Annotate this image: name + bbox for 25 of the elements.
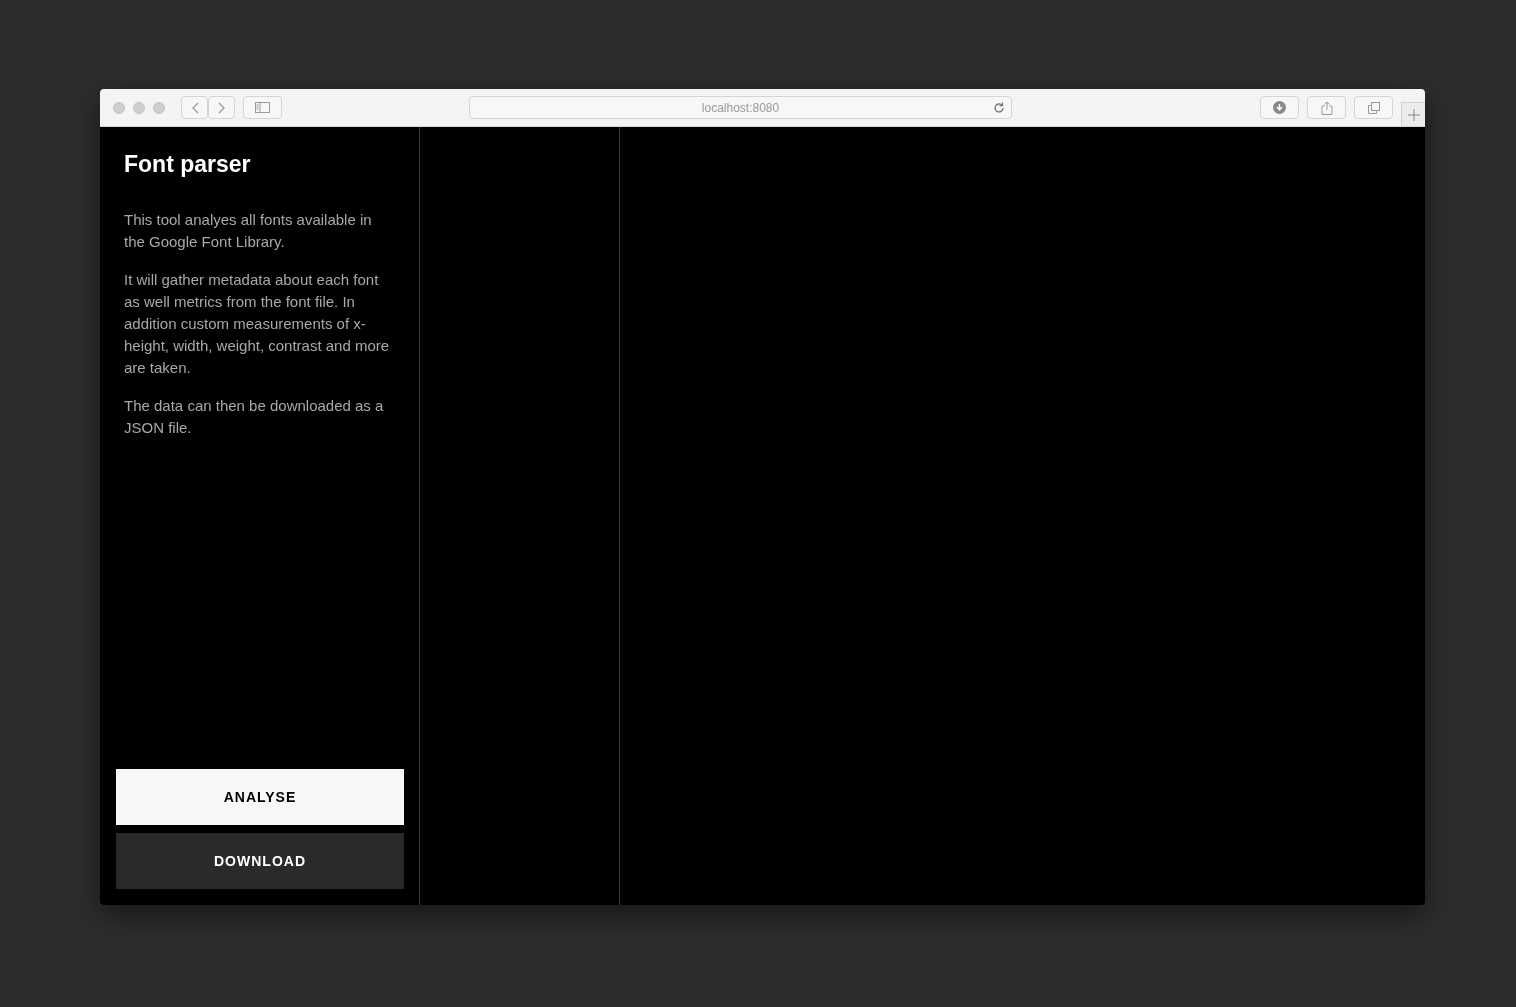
sidebar-icon bbox=[255, 102, 270, 113]
downloads-button[interactable] bbox=[1260, 96, 1299, 119]
reload-icon[interactable] bbox=[993, 102, 1005, 114]
sidebar-toggle-button[interactable] bbox=[243, 96, 282, 119]
app-title: Font parser bbox=[124, 151, 252, 179]
primary-action-button[interactable]: ANALYSE bbox=[116, 769, 404, 825]
tabs-icon bbox=[1367, 101, 1380, 114]
new-tab-button[interactable] bbox=[1401, 102, 1425, 126]
download-icon bbox=[1273, 101, 1286, 114]
chevron-left-icon bbox=[190, 101, 199, 114]
description-text: This tool analyes all fonts available in the Google Font Library. bbox=[124, 209, 373, 252]
share-button[interactable] bbox=[1307, 96, 1346, 119]
share-icon bbox=[1320, 100, 1333, 115]
chevron-right-icon bbox=[217, 101, 226, 114]
window-minimize-dot[interactable] bbox=[133, 101, 145, 114]
description-text: It will gather metadata about each font as well metrics from the font file. In addition custom measurements of x-height, width, weight, contrast and more are taken. bbox=[124, 269, 391, 378]
tabs-button[interactable] bbox=[1354, 96, 1393, 119]
secondary-action-button[interactable]: DOWNLOAD bbox=[116, 833, 404, 889]
address-text: localhost:8080 bbox=[701, 99, 780, 117]
description-text: The data can then be downloaded as a JSON file. bbox=[124, 395, 385, 438]
plus-icon bbox=[1407, 108, 1420, 121]
forward-button[interactable] bbox=[208, 96, 235, 119]
back-button[interactable] bbox=[181, 96, 208, 119]
window-zoom-dot[interactable] bbox=[153, 101, 165, 114]
window-close-dot[interactable] bbox=[113, 101, 125, 114]
